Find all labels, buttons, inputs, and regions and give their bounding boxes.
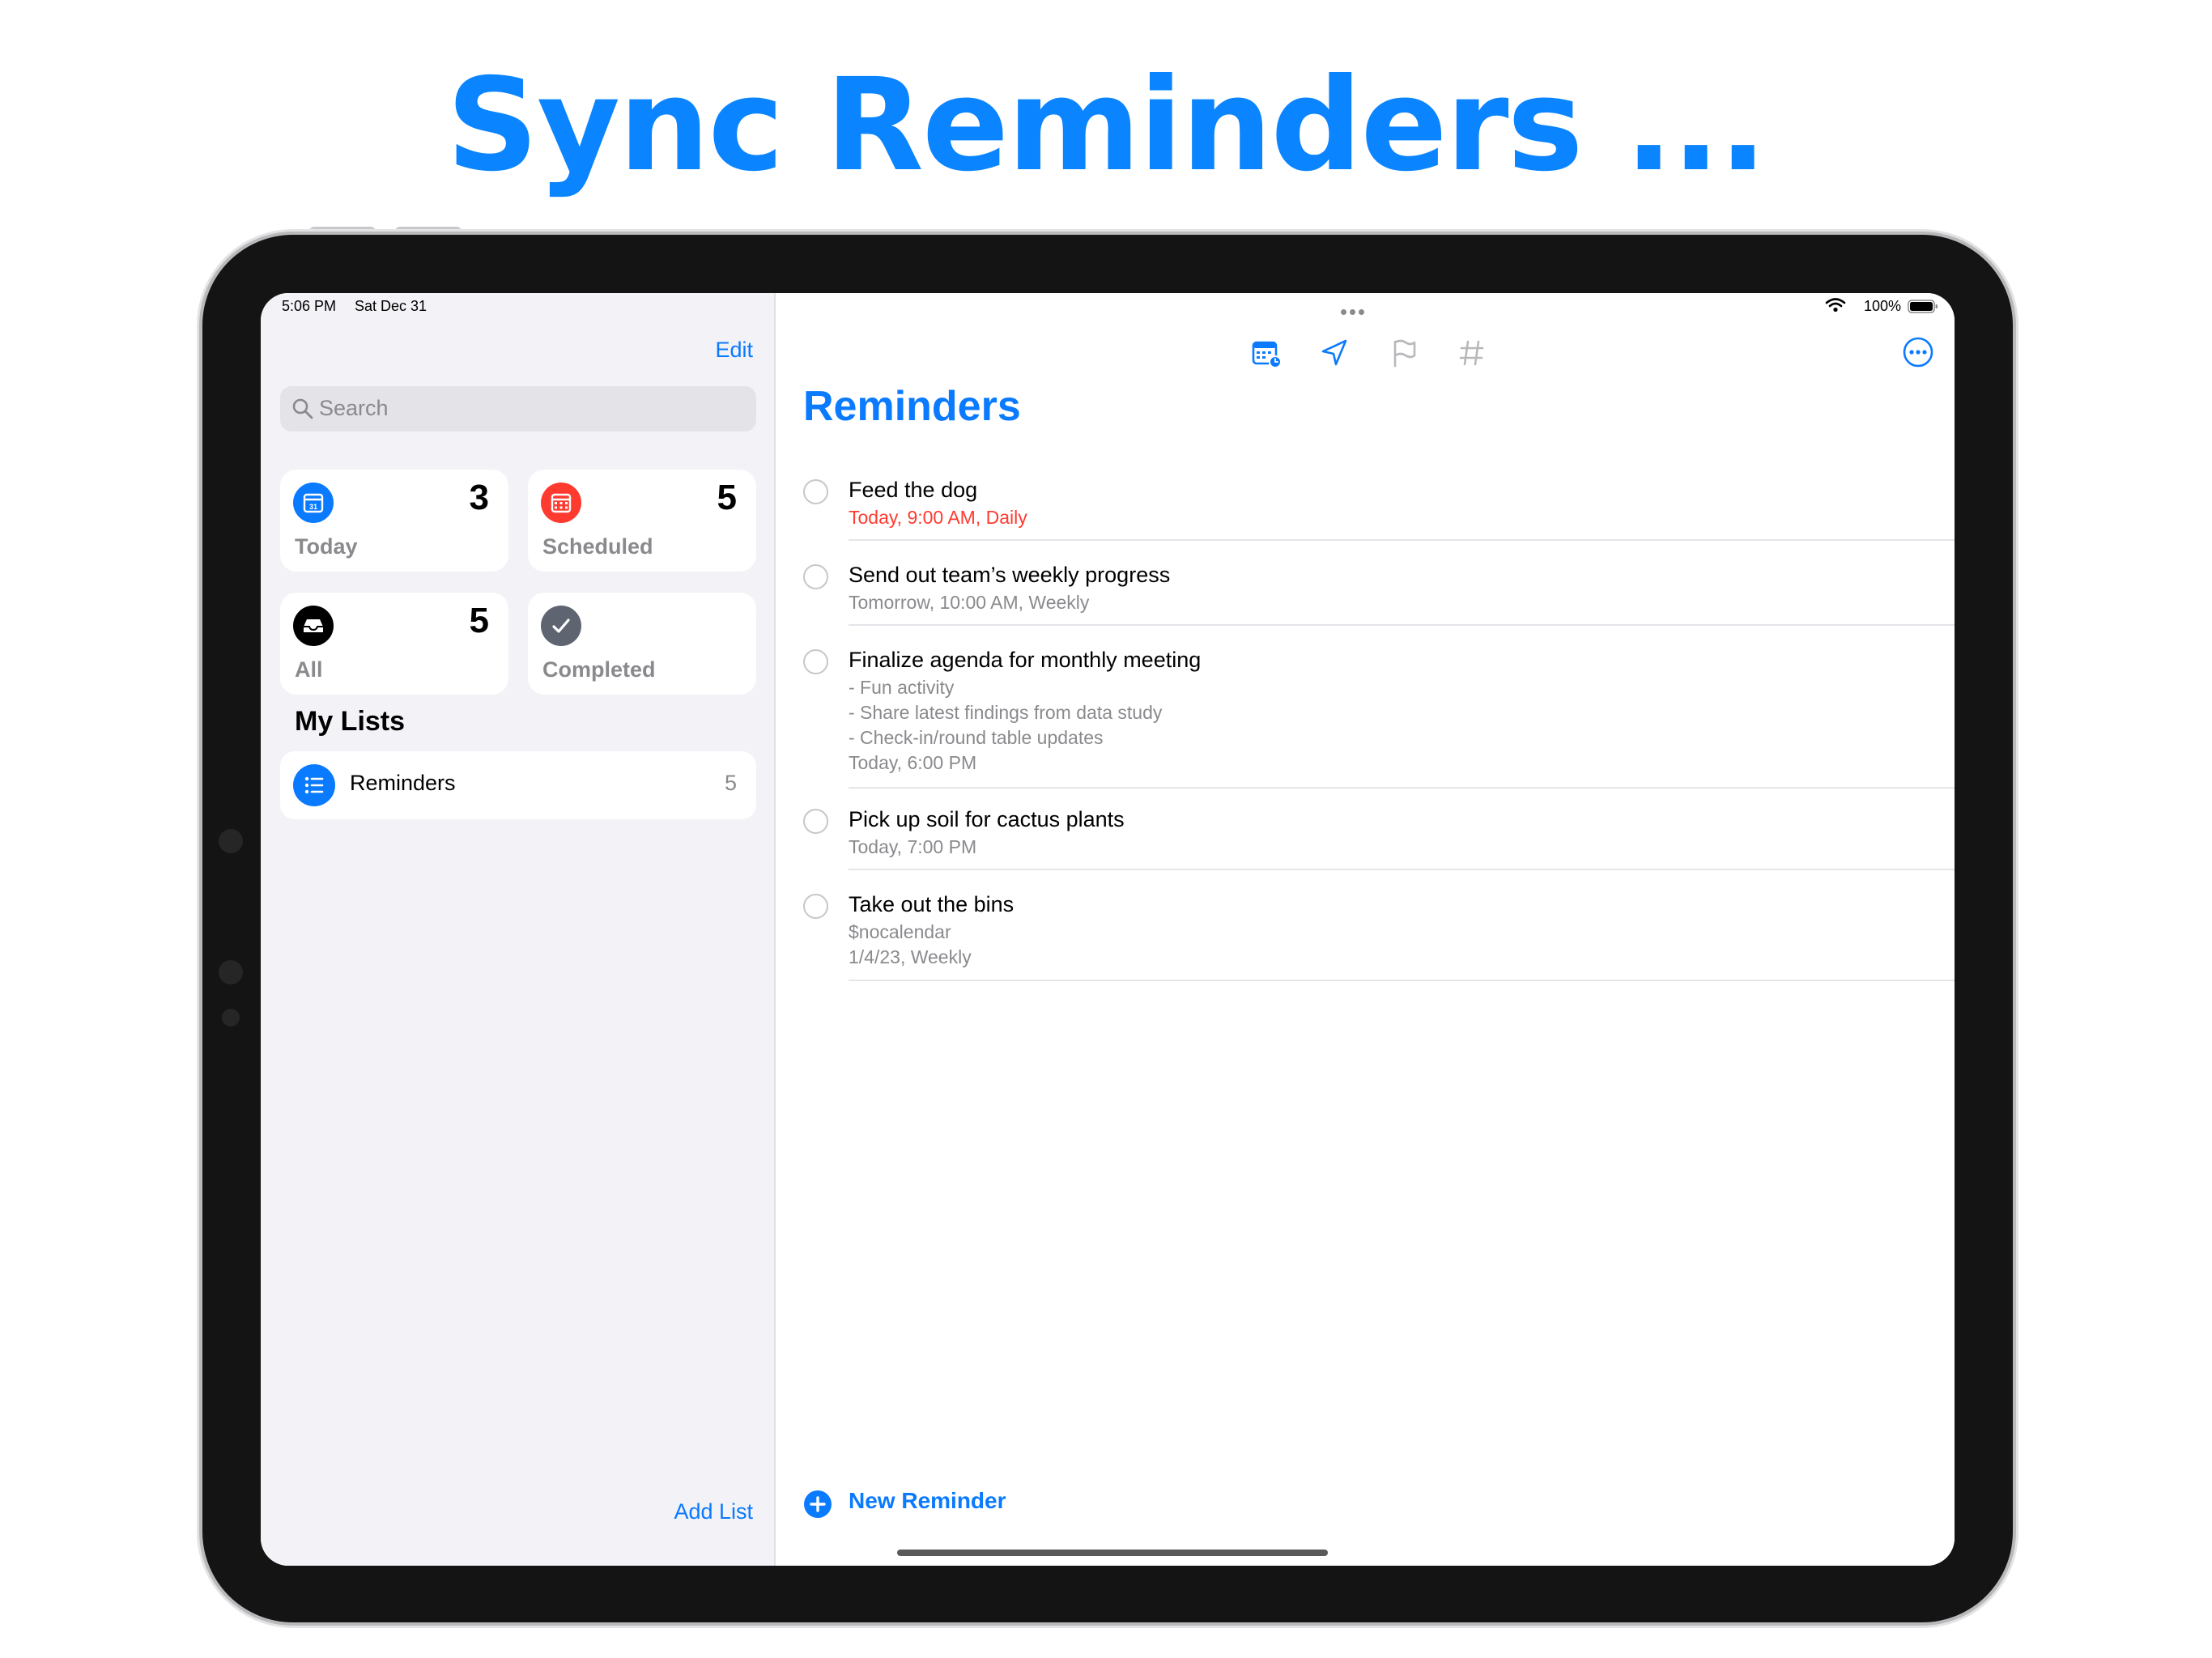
search-icon [292, 398, 313, 419]
plus-circle-icon [804, 1490, 832, 1518]
all-count: 5 [469, 601, 489, 640]
new-reminder-button[interactable]: New Reminder [803, 1488, 1006, 1523]
scheduled-count: 5 [717, 478, 737, 517]
status-time: 5:06 PM [282, 298, 337, 314]
row-divider [849, 869, 1955, 870]
new-reminder-label: New Reminder [849, 1488, 1006, 1513]
reminder-due: Today, 7:00 PM [849, 836, 977, 857]
list-bullet-icon [293, 764, 335, 806]
headline: Sync Reminders ... [446, 51, 1767, 200]
reminder-note: - Check-in/round table updates [849, 727, 1104, 748]
sidebar: 5:06 PM Sat Dec 31 Edit Search 31 3 Toda… [261, 293, 776, 1566]
camera-lens-icon [219, 960, 243, 984]
reminder-checkbox[interactable] [803, 564, 828, 589]
wifi-icon [1825, 298, 1846, 312]
status-date: Sat Dec 31 [355, 298, 428, 314]
reminder-title: Take out the bins [849, 892, 1015, 916]
battery-icon [1908, 300, 1938, 313]
hashtag-icon[interactable] [1454, 335, 1490, 371]
list-name: Reminders [350, 771, 456, 795]
calendar-today-icon: 31 [293, 483, 334, 523]
multitasking-dots-icon[interactable] [1339, 304, 1366, 319]
row-divider [849, 787, 1955, 789]
search-placeholder: Search [319, 396, 389, 420]
reminder-note: - Share latest findings from data study [849, 702, 1163, 723]
reminder-due: Today, 9:00 AM, Daily [849, 507, 1027, 528]
list-item-reminders[interactable]: Reminders 5 [280, 751, 756, 819]
svg-text:31: 31 [309, 503, 317, 511]
reminder-tag: $nocalendar [849, 921, 951, 942]
home-indicator[interactable] [897, 1550, 1328, 1556]
main-pane: 100% Reminders Feed the dog Today, 9:00 … [776, 293, 1955, 1566]
search-field[interactable]: Search [280, 386, 756, 432]
reminder-title: Feed the dog [849, 478, 978, 502]
scheduled-label: Scheduled [542, 534, 653, 559]
calendar-scheduled-icon [541, 483, 581, 523]
row-divider [849, 980, 1955, 981]
flag-icon[interactable] [1386, 335, 1422, 371]
edit-button[interactable]: Edit [715, 338, 753, 363]
all-label: All [295, 657, 323, 682]
reminder-checkbox[interactable] [803, 479, 828, 504]
today-count: 3 [469, 478, 489, 517]
add-list-button[interactable]: Add List [674, 1499, 753, 1524]
reminder-title: Finalize agenda for monthly meeting [849, 648, 1202, 672]
reminder-checkbox[interactable] [803, 894, 828, 919]
completed-label: Completed [542, 657, 656, 682]
battery-percentage: 100% [1863, 298, 1901, 314]
location-icon[interactable] [1317, 335, 1352, 371]
page-title: Reminders [803, 383, 1021, 430]
reminder-note: - Fun activity [849, 677, 955, 698]
reminder-title: Send out team’s weekly progress [849, 563, 1171, 587]
smart-list-all[interactable]: 5 All [280, 593, 508, 695]
row-divider [849, 624, 1955, 626]
camera-icon [219, 829, 243, 853]
today-label: Today [295, 534, 358, 559]
smart-list-completed[interactable]: Completed [528, 593, 756, 695]
smart-list-today[interactable]: 31 3 Today [280, 470, 508, 572]
calendar-icon[interactable] [1249, 335, 1284, 371]
reminder-checkbox[interactable] [803, 809, 828, 834]
list-count: 5 [724, 771, 737, 795]
row-divider [849, 539, 1955, 541]
tray-icon [293, 606, 334, 646]
reminder-due: Today, 6:00 PM [849, 752, 977, 773]
reminder-due: Tomorrow, 10:00 AM, Weekly [849, 592, 1090, 613]
sensor-icon [222, 1009, 240, 1027]
smart-list-scheduled[interactable]: 5 Scheduled [528, 470, 756, 572]
reminder-checkbox[interactable] [803, 649, 828, 674]
reminder-due: 1/4/23, Weekly [849, 946, 972, 967]
checkmark-icon [541, 606, 581, 646]
my-lists-heading: My Lists [295, 706, 406, 737]
ellipsis-circle-icon[interactable] [1901, 335, 1935, 369]
reminder-title: Pick up soil for cactus plants [849, 807, 1125, 831]
screen: 5:06 PM Sat Dec 31 Edit Search 31 3 Toda… [261, 293, 1955, 1566]
